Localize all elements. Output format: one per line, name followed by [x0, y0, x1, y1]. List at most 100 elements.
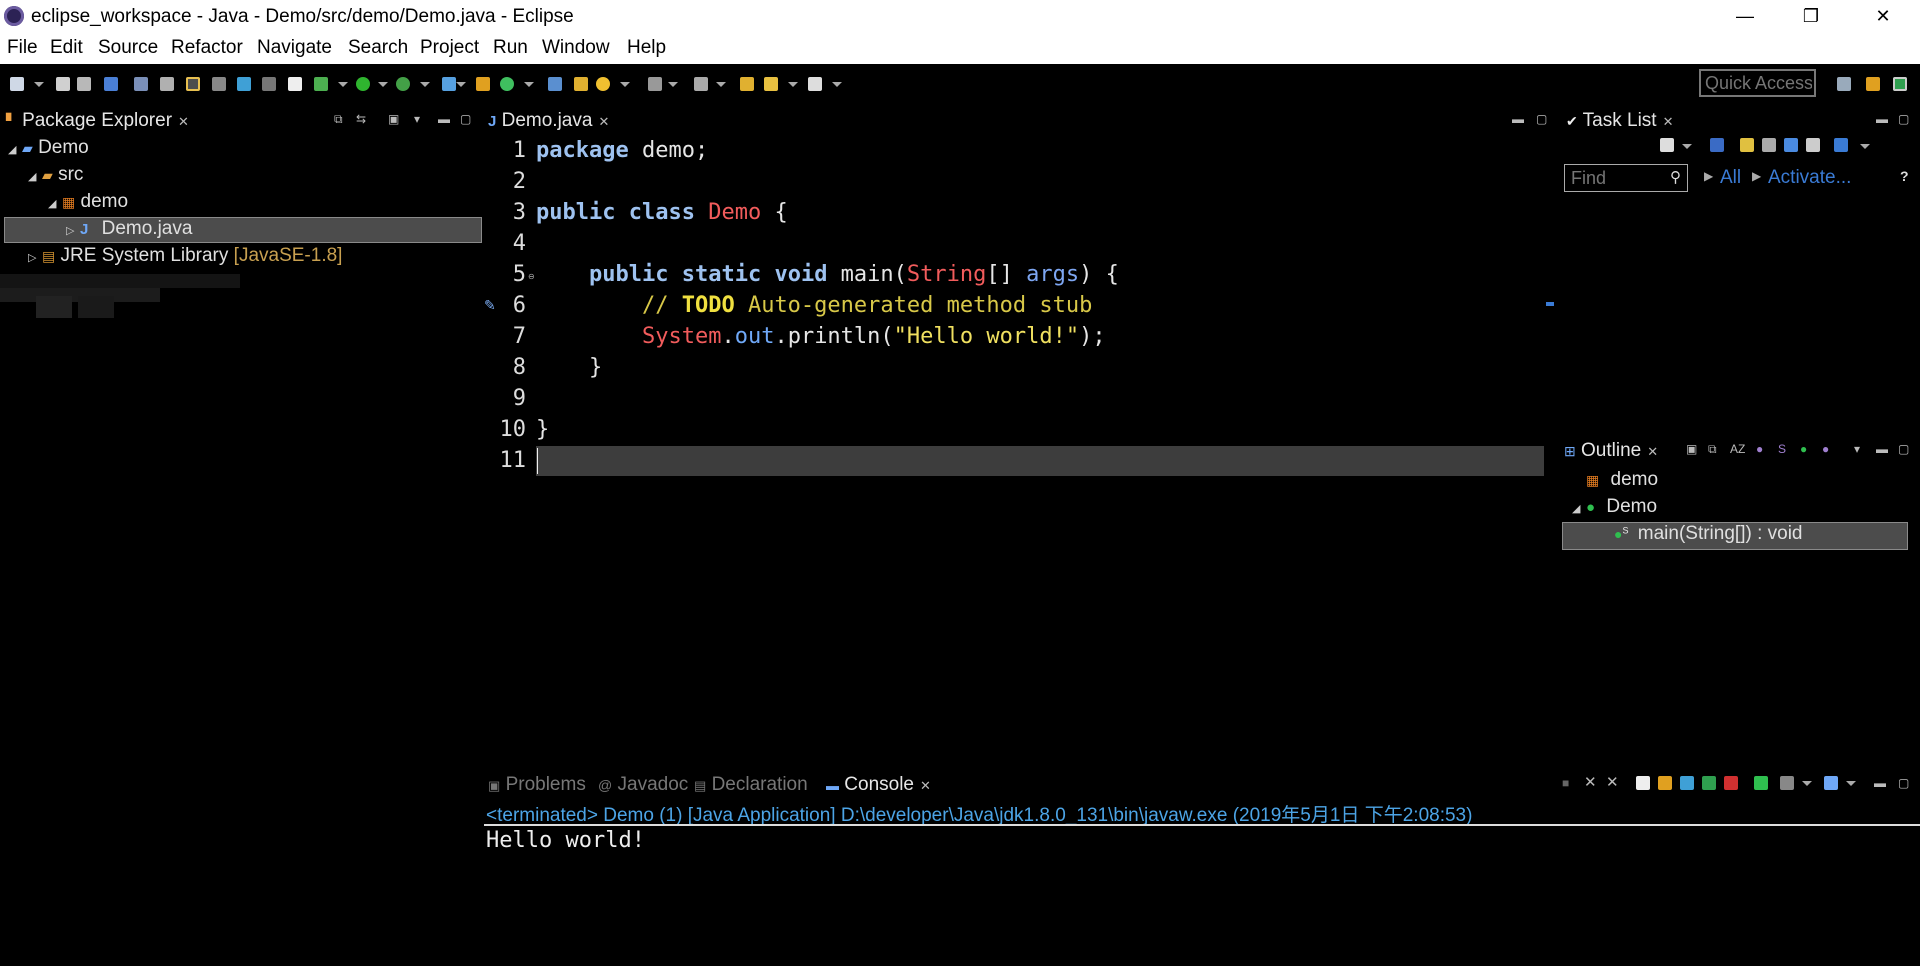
- last-edit-location-icon[interactable]: [740, 77, 754, 91]
- pilcrow-icon[interactable]: [288, 77, 302, 91]
- display-selected-console-icon[interactable]: [1780, 776, 1794, 790]
- sort-icon[interactable]: AZ: [1730, 442, 1745, 456]
- outline-item-package[interactable]: ▦ demo: [1586, 469, 1658, 491]
- tree-item-jre-library[interactable]: ▷ ▤ JRE System Library [JavaSE-1.8]: [28, 245, 342, 267]
- forward-dropdown-icon[interactable]: [832, 82, 842, 87]
- tab-problems[interactable]: ▣ Problems: [488, 774, 586, 796]
- close-button[interactable]: ✕: [1854, 0, 1912, 32]
- tab-outline[interactable]: ⊞ Outline ✕: [1564, 440, 1658, 462]
- tree-item-demo-java[interactable]: ▷ J Demo.java: [66, 218, 192, 240]
- coverage-dropdown-icon[interactable]: [420, 82, 430, 87]
- skip-breakpoints-icon[interactable]: [134, 77, 148, 91]
- maximize-view-icon[interactable]: ▢: [1898, 442, 1909, 456]
- show-whitespace-icon[interactable]: [262, 77, 276, 91]
- close-icon[interactable]: ✕: [598, 114, 609, 129]
- menu-window[interactable]: Window: [542, 37, 610, 59]
- close-icon[interactable]: ✕: [920, 778, 931, 793]
- toggle-block-icon[interactable]: [160, 77, 174, 91]
- presentation-icon[interactable]: [1806, 138, 1820, 152]
- maximize-view-icon[interactable]: ▢: [460, 112, 471, 126]
- close-icon[interactable]: ✕: [1647, 444, 1658, 459]
- view-menu-icon[interactable]: [1860, 144, 1870, 149]
- hide-local-types-icon[interactable]: ●: [1822, 442, 1829, 456]
- minimize-view-icon[interactable]: ▬: [1874, 776, 1886, 790]
- tree-item-src[interactable]: ◢ ▰ src: [28, 164, 83, 186]
- open-perspective-icon[interactable]: [1837, 77, 1851, 91]
- new-dropdown-icon[interactable]: [34, 82, 44, 87]
- menu-file[interactable]: File: [7, 37, 38, 59]
- view-menu-icon[interactable]: ▾: [414, 112, 420, 126]
- menu-help[interactable]: Help: [627, 37, 666, 59]
- back-icon[interactable]: [764, 77, 778, 91]
- close-icon[interactable]: ✕: [1663, 114, 1674, 129]
- minimize-view-icon[interactable]: ▬: [438, 112, 450, 126]
- task-marker-icon[interactable]: ✎: [484, 297, 496, 314]
- tab-declaration[interactable]: ▤ Declaration: [694, 774, 808, 796]
- minimize-view-icon[interactable]: ▬: [1876, 112, 1888, 126]
- menu-run[interactable]: Run: [493, 37, 528, 59]
- tree-item-demo-package[interactable]: ◢ ▦ demo: [48, 191, 128, 213]
- open-type-icon[interactable]: [548, 77, 562, 91]
- maximize-view-icon[interactable]: ▢: [1536, 112, 1547, 126]
- new-task-dropdown-icon[interactable]: [1682, 144, 1692, 149]
- back-dropdown-icon[interactable]: [788, 82, 798, 87]
- open-console-dropdown-icon[interactable]: [1846, 781, 1856, 786]
- next-annotation-dropdown-icon[interactable]: [716, 82, 726, 87]
- breadcrumb-icon[interactable]: [212, 77, 226, 91]
- menu-project[interactable]: Project: [420, 37, 479, 59]
- view-menu-icon[interactable]: ▾: [1854, 442, 1860, 456]
- debug-icon[interactable]: [314, 77, 328, 91]
- tab-package-explorer[interactable]: ▘ Package Explorer ✕: [6, 110, 189, 132]
- collapse-all-icon[interactable]: [1762, 138, 1776, 152]
- new-task-icon[interactable]: [1660, 138, 1674, 152]
- save-all-icon[interactable]: [77, 77, 91, 91]
- activate-link[interactable]: Activate...: [1768, 167, 1851, 189]
- focus-icon[interactable]: ▣: [388, 112, 399, 126]
- next-annotation-icon[interactable]: [694, 77, 708, 91]
- display-console-dropdown-icon[interactable]: [1802, 781, 1812, 786]
- debug-dropdown-icon[interactable]: [338, 82, 348, 87]
- collapse-all-icon[interactable]: ⧉: [334, 112, 343, 127]
- terminal-icon[interactable]: [104, 77, 118, 91]
- minimize-view-icon[interactable]: ▬: [1876, 442, 1888, 456]
- quick-access-input[interactable]: [1699, 69, 1816, 97]
- restore-button[interactable]: ❐: [1782, 0, 1840, 32]
- menu-edit[interactable]: Edit: [50, 37, 83, 59]
- show-on-stdout-icon[interactable]: [1702, 776, 1716, 790]
- word-wrap-icon[interactable]: [1680, 776, 1694, 790]
- external-tools-dropdown-icon[interactable]: [456, 82, 466, 87]
- forward-icon[interactable]: [808, 77, 822, 91]
- show-on-stderr-icon[interactable]: [1724, 776, 1738, 790]
- search-dropdown-icon[interactable]: [620, 82, 630, 87]
- new-java-class-icon[interactable]: [500, 77, 514, 91]
- focus-on-workweek-icon[interactable]: [1740, 138, 1754, 152]
- minimize-view-icon[interactable]: ▬: [1512, 112, 1524, 126]
- focus-icon[interactable]: ▣: [1686, 442, 1697, 456]
- open-task-icon[interactable]: [574, 77, 588, 91]
- pin-console-icon[interactable]: [1754, 776, 1768, 790]
- tab-demo-java[interactable]: J Demo.java ✕: [488, 110, 609, 132]
- annotation-icon[interactable]: [648, 77, 662, 91]
- tab-task-list[interactable]: ✔ Task List ✕: [1566, 110, 1674, 132]
- mark-occurrences-icon[interactable]: [186, 77, 200, 91]
- collapse-all-icon[interactable]: ⧉: [1708, 442, 1717, 457]
- terminate-icon[interactable]: ■: [1562, 776, 1569, 790]
- expanded-twisty-icon[interactable]: ◢: [1572, 502, 1586, 515]
- java-editor[interactable]: J Demo.java ✕ ▬ ▢ 1 2 3 4 5 6 7 8 9 10 11…: [484, 106, 1558, 770]
- fold-marker-icon[interactable]: ⊖: [528, 272, 535, 281]
- coverage-icon[interactable]: [396, 77, 410, 91]
- run-icon[interactable]: [356, 77, 370, 91]
- clear-console-icon[interactable]: [1636, 776, 1650, 790]
- word-wrap-icon[interactable]: [237, 77, 251, 91]
- categorized-icon[interactable]: [1710, 138, 1724, 152]
- new-class-dropdown-icon[interactable]: [524, 82, 534, 87]
- external-tools-icon[interactable]: [442, 77, 456, 91]
- collapsed-twisty-icon[interactable]: ▷: [28, 251, 42, 264]
- overview-ruler-marker[interactable]: [1546, 302, 1554, 306]
- hide-fields-icon[interactable]: ●: [1756, 442, 1763, 456]
- outline-item-class[interactable]: ◢ ● Demo: [1572, 496, 1657, 518]
- tree-item-demo-project[interactable]: ◢ ▰ Demo: [8, 137, 89, 159]
- java-ee-perspective-icon[interactable]: [1866, 77, 1880, 91]
- run-dropdown-icon[interactable]: [378, 82, 388, 87]
- save-icon[interactable]: [56, 77, 70, 91]
